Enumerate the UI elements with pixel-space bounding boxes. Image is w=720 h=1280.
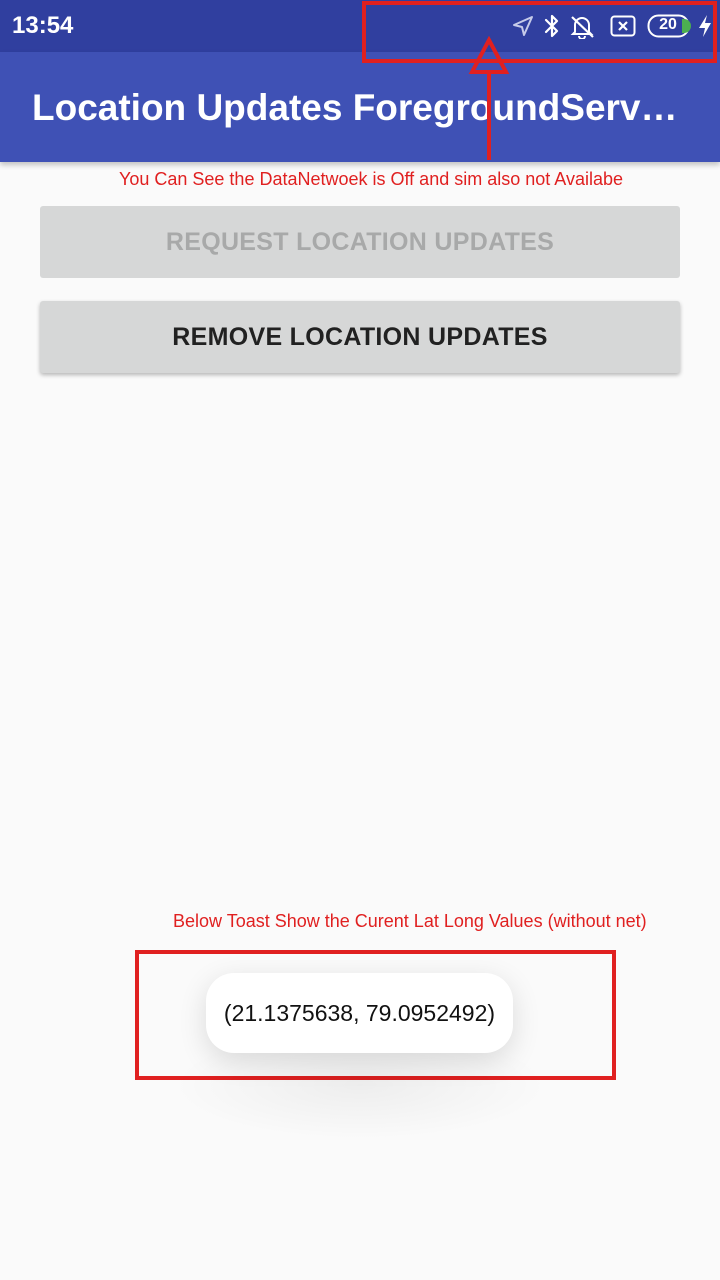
remove-location-updates-button[interactable]: REMOVE LOCATION UPDATES — [40, 301, 680, 373]
lat-long-toast: (21.1375638, 79.0952492) — [206, 973, 513, 1053]
annotation-bottom-note: Below Toast Show the Curent Lat Long Val… — [173, 911, 647, 931]
request-location-updates-button[interactable]: REQUEST LOCATION UPDATES — [40, 206, 680, 278]
annotation-top-note: You Can See the DataNetwoek is Off and s… — [119, 169, 623, 189]
annotation-arrow-icon — [468, 36, 510, 160]
app-title: Location Updates ForegroundServ… — [32, 87, 678, 128]
app-bar: Location Updates ForegroundServ… — [0, 52, 720, 162]
status-icons-highlight-box — [362, 1, 717, 63]
status-time: 13:54 — [12, 12, 74, 39]
